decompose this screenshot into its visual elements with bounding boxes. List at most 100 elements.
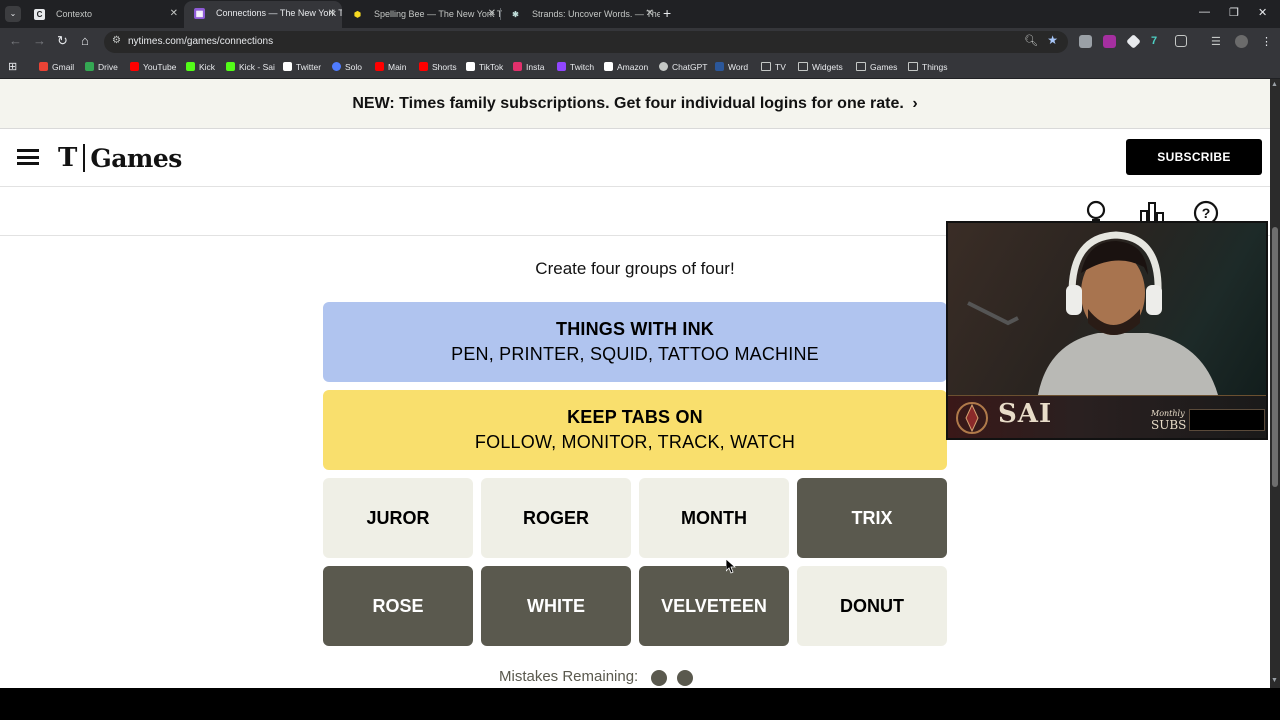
bookmark-folder-games[interactable]: Games — [856, 60, 897, 74]
chevron-right-icon: › — [912, 95, 918, 112]
drive-icon — [85, 62, 94, 71]
bookmark-label: Twitter — [296, 62, 322, 72]
promo-text[interactable]: NEW: Times family subscriptions. Get fou… — [352, 95, 904, 112]
monthly-label: Monthly — [1151, 409, 1185, 418]
subscribe-button[interactable]: SUBSCRIBE — [1126, 139, 1262, 175]
bookmark-folder-tv[interactable]: TV — [761, 60, 786, 74]
zoom-icon[interactable]: 🔍︎ — [1024, 34, 1038, 47]
webcam-overlay: SAI Monthly SUBS — [946, 221, 1268, 440]
extension-icon[interactable] — [1103, 35, 1116, 48]
browser-tab-strands[interactable]: ✱ Strands: Uncover Words. — The ✕ — [500, 3, 660, 25]
bookmark-label: Kick - Sai — [239, 62, 275, 72]
bookmark-label: Shorts — [432, 62, 457, 72]
mistake-dot — [677, 670, 693, 686]
word-card-selected[interactable]: WHITE — [481, 566, 631, 646]
profile-avatar-icon[interactable] — [1235, 35, 1248, 48]
tab-strip: ⌄ C Contexto ✕ ▦ Connections — The New Y… — [0, 0, 1280, 28]
back-icon[interactable]: ← — [9, 33, 22, 48]
bookmark-kick[interactable]: Kick — [186, 60, 215, 74]
close-icon[interactable]: ✕ — [328, 1, 336, 26]
extension-icon[interactable]: 7 — [1151, 35, 1164, 48]
bookmark-main[interactable]: Main — [375, 60, 406, 74]
bookmark-chatgpt[interactable]: ChatGPT — [659, 60, 707, 74]
bookmark-star-icon[interactable]: ★ — [1047, 33, 1058, 47]
bookmark-label: Solo — [345, 62, 363, 72]
bookmark-kick-sai[interactable]: Kick - Sai — [226, 60, 275, 74]
bookmark-amazon[interactable]: Amazon — [604, 60, 648, 74]
solved-words: FOLLOW, MONITOR, TRACK, WATCH — [474, 432, 796, 452]
bookmark-shorts[interactable]: Shorts — [419, 60, 457, 74]
subs-counter-box — [1189, 409, 1265, 431]
bookmark-youtube[interactable]: YouTube — [130, 60, 176, 74]
reading-list-icon[interactable]: ☰ — [1211, 35, 1224, 48]
browser-tab-contexto[interactable]: C Contexto ✕ — [24, 3, 184, 25]
word-card[interactable]: DONUT — [797, 566, 947, 646]
extension-icon[interactable] — [1079, 35, 1092, 48]
bookmark-label: Games — [870, 62, 898, 72]
nyt-t-logo: T — [58, 143, 78, 173]
word-card[interactable]: MONTH — [639, 478, 789, 558]
youtube-icon — [375, 62, 384, 71]
close-icon[interactable]: ✕ — [170, 3, 178, 25]
scrollbar-thumb[interactable] — [1272, 227, 1278, 487]
bookmark-label: Drive — [98, 62, 118, 72]
forward-icon[interactable]: → — [33, 33, 46, 48]
connections-favicon-icon: ▦ — [194, 8, 205, 19]
bookmark-label: ChatGPT — [672, 62, 708, 72]
bookmark-twitter[interactable]: Twitter — [283, 60, 321, 74]
restore-icon[interactable]: ❐ — [1229, 6, 1239, 19]
url-text[interactable]: nytimes.com/games/connections — [128, 31, 273, 53]
promo-banner[interactable]: NEW: Times family subscriptions. Get fou… — [0, 79, 1270, 129]
bookmark-tiktok[interactable]: TikTok — [466, 60, 503, 74]
kick-icon — [226, 62, 235, 71]
reload-icon[interactable]: ↻ — [57, 33, 68, 49]
close-icon[interactable]: ✕ — [488, 3, 496, 25]
bookmarks-bar: ⊞ Gmail Drive YouTube Kick Kick - Sai Tw… — [0, 56, 1280, 79]
word-card[interactable]: ROGER — [481, 478, 631, 558]
word-card-selected[interactable]: ROSE — [323, 566, 473, 646]
streamer-silhouette-image — [967, 231, 1218, 395]
apps-grid-icon[interactable]: ⊞ — [8, 60, 17, 74]
logo-divider — [83, 144, 86, 172]
bookmark-folder-widgets[interactable]: Widgets — [798, 60, 843, 74]
address-bar[interactable]: ⚙ nytimes.com/games/connections 🔍︎ ★ — [104, 31, 1068, 53]
masthead: T Games SUBSCRIBE — [0, 129, 1270, 187]
tab-search-button[interactable]: ⌄ — [5, 6, 21, 22]
bookmark-twitch[interactable]: Twitch — [557, 60, 594, 74]
nyt-games-logo[interactable]: T Games — [58, 142, 182, 174]
window-close-icon[interactable]: ✕ — [1258, 6, 1267, 19]
minimize-icon[interactable]: — — [1199, 6, 1210, 18]
extensions-puzzle-icon[interactable] — [1175, 35, 1187, 47]
extension-icon[interactable] — [1126, 34, 1141, 49]
tab-title: Contexto — [56, 9, 93, 19]
word-card-selected[interactable]: VELVETEEN — [639, 566, 789, 646]
stream-emblem-icon — [956, 402, 988, 434]
chatgpt-icon — [659, 62, 668, 71]
close-icon[interactable]: ✕ — [646, 3, 654, 25]
solved-group-blue: THINGS WITH INK PEN, PRINTER, SQUID, TAT… — [323, 302, 947, 382]
word-card-selected[interactable]: TRIX — [797, 478, 947, 558]
word-card[interactable]: JUROR — [323, 478, 473, 558]
bookmark-drive[interactable]: Drive — [85, 60, 118, 74]
bookmark-label: Widgets — [812, 62, 843, 72]
site-info-icon[interactable]: ⚙ — [112, 35, 121, 46]
browser-menu-icon[interactable]: ⋮ — [1261, 35, 1274, 48]
home-icon[interactable]: ⌂ — [81, 33, 89, 48]
page-scrollbar[interactable]: ▲ ▼ — [1270, 79, 1280, 688]
bookmark-label: TV — [775, 62, 786, 72]
scroll-down-icon[interactable]: ▼ — [1271, 677, 1278, 684]
bookmark-insta[interactable]: Insta — [513, 60, 544, 74]
browser-tab-connections[interactable]: ▦ Connections — The New York T ✕ — [184, 1, 342, 28]
bookmark-word[interactable]: Word — [715, 60, 748, 74]
scroll-up-icon[interactable]: ▲ — [1271, 81, 1278, 88]
new-tab-icon[interactable]: + — [663, 5, 671, 21]
x-icon — [283, 62, 292, 71]
streamer-name: SAI — [998, 399, 1053, 429]
bookmark-solo[interactable]: Solo — [332, 60, 362, 74]
bookmark-folder-things[interactable]: Things — [908, 60, 948, 74]
bookmark-label: Things — [922, 62, 948, 72]
browser-tab-spelling-bee[interactable]: ⬢ Spelling Bee — The New York T ✕ — [342, 3, 502, 25]
hamburger-menu-icon[interactable] — [17, 149, 39, 165]
amazon-icon — [604, 62, 613, 71]
bookmark-gmail[interactable]: Gmail — [39, 60, 74, 74]
